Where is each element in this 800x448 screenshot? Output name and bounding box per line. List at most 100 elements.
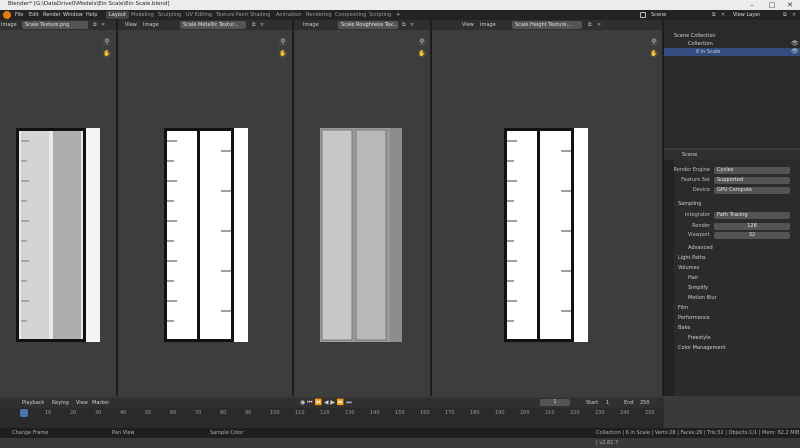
image-selector[interactable]: Scale Texture.png xyxy=(22,21,88,29)
zoom-icon[interactable]: ⚲ xyxy=(279,38,287,46)
subpanel-advanced[interactable]: Advanced xyxy=(664,243,800,253)
panel-freestyle[interactable]: Freestyle xyxy=(664,333,800,343)
workspace-tab-sculpting[interactable]: Sculpting xyxy=(155,11,184,19)
menu-file[interactable]: File xyxy=(15,11,23,19)
end-frame-field[interactable]: 250 xyxy=(640,400,650,406)
menu-render[interactable]: Render xyxy=(43,11,61,19)
menu-image[interactable]: Image xyxy=(303,21,319,29)
viewport-samples-field[interactable]: 32 xyxy=(714,232,790,239)
panel-motion-blur[interactable]: Motion Blur xyxy=(664,293,800,303)
pan-hand-icon[interactable]: ✋ xyxy=(418,50,426,58)
minimize-button[interactable]: – xyxy=(742,0,762,10)
timeline-tick-label: 180 xyxy=(470,410,480,416)
add-workspace-icon[interactable]: + xyxy=(393,11,403,19)
workspace-tab-layout[interactable]: Layout xyxy=(106,11,129,19)
pan-hand-icon[interactable]: ✋ xyxy=(279,50,287,58)
workspace-tab-shading[interactable]: Shading xyxy=(247,11,273,19)
unlink-image-icon[interactable]: ✕ xyxy=(410,21,414,29)
menu-view[interactable]: View xyxy=(462,21,474,29)
browse-image-icon[interactable]: ⧉ xyxy=(93,21,97,29)
playhead[interactable] xyxy=(20,409,28,417)
timeline-tick-label: 160 xyxy=(420,410,430,416)
browse-image-icon[interactable]: ⧉ xyxy=(588,21,592,29)
integrator-select[interactable]: Path Tracing xyxy=(714,212,790,219)
image-margin xyxy=(390,128,402,342)
browse-image-icon[interactable]: ⧉ xyxy=(252,21,256,29)
menu-image[interactable]: Image xyxy=(480,21,496,29)
unlink-image-icon[interactable]: ✕ xyxy=(260,21,264,29)
blender-logo-icon[interactable] xyxy=(3,11,11,19)
menu-view[interactable]: View xyxy=(76,400,88,406)
timeline-ruler[interactable]: 1102030405060708090100110120130140150160… xyxy=(0,409,664,417)
panel-color-management[interactable]: Color Management xyxy=(664,343,800,353)
unlink-image-icon[interactable]: ✕ xyxy=(597,21,601,29)
workspace-tab-scripting[interactable]: Scripting xyxy=(366,11,394,19)
image-editor-1[interactable]: Image Scale Texture.png ⧉ ✕ ⚲ ✋ xyxy=(0,20,118,396)
panel-film[interactable]: Film xyxy=(664,303,800,313)
render-samples-field[interactable]: 128 xyxy=(714,223,790,230)
menu-help[interactable]: Help xyxy=(86,11,97,19)
image-editor-2[interactable]: View Image Scale Metallic Textur... ⧉ ✕ … xyxy=(118,20,294,396)
image-margin xyxy=(574,128,588,342)
maximize-button[interactable]: □ xyxy=(762,0,782,10)
workspace-tab-uv-editing[interactable]: UV Editing xyxy=(183,11,215,19)
panel-bake[interactable]: Bake xyxy=(664,323,800,333)
scene-name[interactable]: Scene xyxy=(651,11,666,19)
image-editor-4[interactable]: View Image Scale Height Texture... ⧉ ✕ ⚲… xyxy=(432,20,664,396)
workspace-tab-animation[interactable]: Animation xyxy=(273,11,305,19)
menu-image[interactable]: Image xyxy=(143,21,159,29)
visibility-eye-icon[interactable]: 👁 xyxy=(791,40,799,47)
render-engine-select[interactable]: Cycles xyxy=(714,167,790,174)
menu-marker[interactable]: Marker xyxy=(92,400,109,406)
device-select[interactable]: GPU Compute xyxy=(714,187,790,194)
status-change-frame: Change Frame xyxy=(12,430,49,436)
panel-hair[interactable]: Hair xyxy=(664,273,800,283)
menu-edit[interactable]: Edit xyxy=(29,11,39,19)
browse-image-icon[interactable]: ⧉ xyxy=(402,21,406,29)
unlink-image-icon[interactable]: ✕ xyxy=(101,21,105,29)
current-frame-field[interactable]: 1 xyxy=(540,399,570,406)
outliner-scene-collection[interactable]: Scene Collection xyxy=(664,32,800,40)
panel-volumes[interactable]: Volumes xyxy=(664,263,800,273)
scene-browse-icon[interactable]: ⧉ xyxy=(712,11,716,19)
scene-delete-icon[interactable]: ✕ xyxy=(721,11,725,19)
menu-playback[interactable]: Playback xyxy=(22,400,44,406)
image-selector[interactable]: Scale Height Texture... xyxy=(512,21,582,29)
workspace-tab-modeling[interactable]: Modeling xyxy=(128,11,157,19)
zoom-icon[interactable]: ⚲ xyxy=(103,38,111,46)
panel-simplify[interactable]: Simplify xyxy=(664,283,800,293)
outliner-collection[interactable]: Collection xyxy=(664,40,800,48)
pan-hand-icon[interactable]: ✋ xyxy=(650,50,658,58)
view-layer-name[interactable]: View Layer xyxy=(733,11,760,19)
menu-image[interactable]: Image xyxy=(1,21,17,29)
start-frame-field[interactable]: 1 xyxy=(606,400,609,406)
workspace-tab-texture-paint[interactable]: Texture Paint xyxy=(213,11,251,19)
view-layer-browse-icon[interactable]: ⧉ xyxy=(783,11,787,19)
image-selector[interactable]: Scale Roughness Tex... xyxy=(338,21,398,29)
scale-roughness-texture-image xyxy=(320,128,390,342)
menu-keying[interactable]: Keying xyxy=(52,400,69,406)
playback-controls-icon[interactable]: ◉ ⏮ ⏪ ◀ ▶ ⏩ ⏭ xyxy=(300,399,352,407)
outliner[interactable]: Scene Collection Collection 6 in Scale 👁… xyxy=(664,20,800,148)
zoom-icon[interactable]: ⚲ xyxy=(650,38,658,46)
image-selector[interactable]: Scale Metallic Textur... xyxy=(180,21,246,29)
menu-view[interactable]: View xyxy=(125,21,137,29)
status-bar: Change Frame Pan View Sample Color Colle… xyxy=(0,428,800,446)
image-editor-3[interactable]: Image Scale Roughness Tex... ⧉ ✕ ⚲ ✋ xyxy=(294,20,432,396)
timeline-tick-label: 140 xyxy=(370,410,380,416)
panel-light-paths[interactable]: Light Paths xyxy=(664,253,800,263)
feature-set-select[interactable]: Supported xyxy=(714,177,790,184)
menu-window[interactable]: Window xyxy=(63,11,83,19)
outliner-object-6in-scale[interactable]: 6 in Scale xyxy=(664,48,800,56)
viewport-samples-label: Viewport xyxy=(687,232,710,238)
view-layer-delete-icon[interactable]: ✕ xyxy=(792,11,796,19)
workspace-tab-compositing[interactable]: Compositing xyxy=(332,11,369,19)
close-button[interactable]: ✕ xyxy=(780,0,800,10)
workspace-tab-rendering[interactable]: Rendering xyxy=(303,11,335,19)
panel-sampling[interactable]: Sampling xyxy=(664,199,800,209)
zoom-icon[interactable]: ⚲ xyxy=(418,38,426,46)
pan-hand-icon[interactable]: ✋ xyxy=(103,50,111,58)
panel-performance[interactable]: Performance xyxy=(664,313,800,323)
properties-editor[interactable]: Scene Render Engine Cycles Feature Set Sup… xyxy=(664,150,800,396)
visibility-eye-icon[interactable]: 👁 xyxy=(791,48,799,55)
